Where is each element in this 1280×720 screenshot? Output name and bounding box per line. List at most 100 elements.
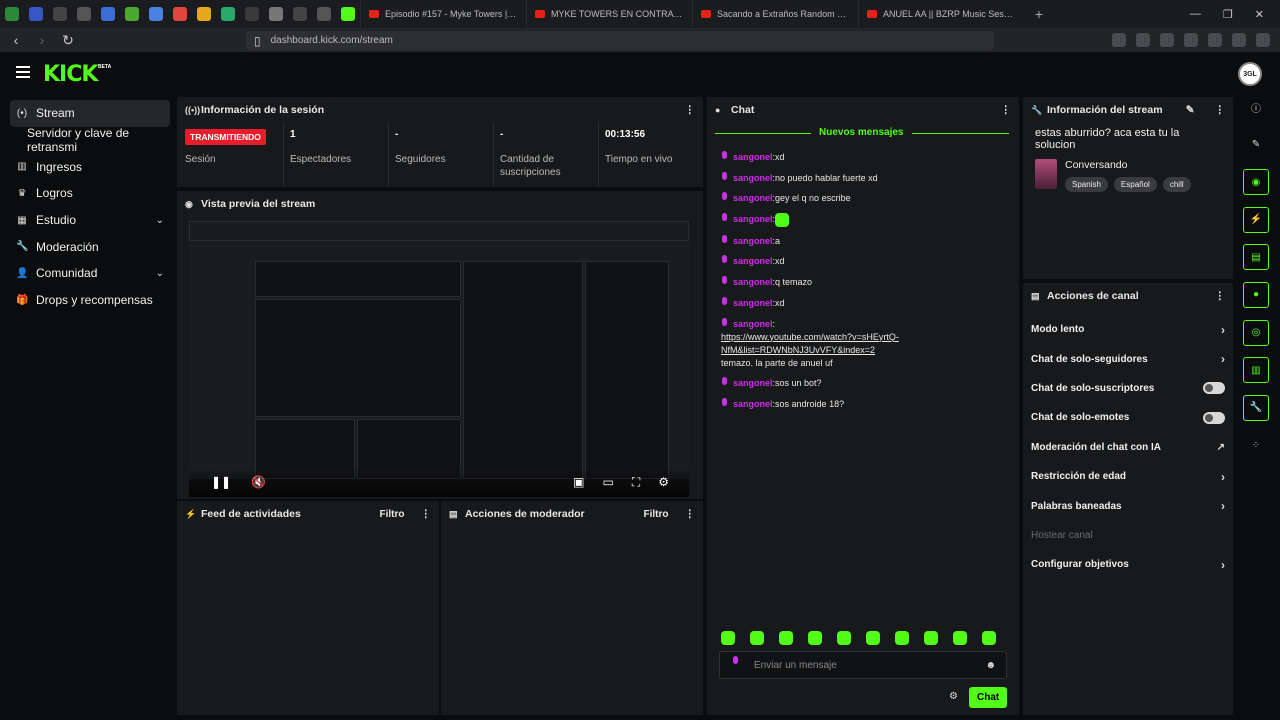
more-options-icon[interactable]: ⋮ [1215, 104, 1226, 116]
list-icon[interactable]: ▤ [1243, 244, 1269, 271]
channel-action-item[interactable]: Chat de solo-seguidores › [1023, 344, 1233, 373]
back-icon[interactable]: ‹ [6, 32, 26, 48]
toggle-switch[interactable] [1203, 382, 1225, 395]
chat-username[interactable]: sangonel [733, 318, 773, 331]
chat-input[interactable]: Enviar un mensaje ☻ [719, 651, 1007, 679]
chat-username[interactable]: sangonel [733, 297, 773, 310]
chat-link[interactable]: https://www.youtube.com/watch?v=sHEyrtQ-… [721, 331, 1011, 357]
lightning-icon[interactable]: ⚡ [1243, 206, 1269, 233]
channel-action-item[interactable]: Chat de solo-emotes [1023, 403, 1233, 432]
chat-username[interactable]: sangonel [733, 213, 773, 227]
sidebar-item[interactable]: Servidor y clave de retransmi [10, 126, 170, 154]
pinned-tab[interactable] [24, 0, 48, 28]
chat-username[interactable]: sangonel [733, 172, 773, 185]
pinned-tab[interactable] [72, 0, 96, 28]
more-options-icon[interactable]: ⋮ [1001, 104, 1012, 116]
emote-icon[interactable] [924, 631, 938, 645]
chat-username[interactable]: sangonel [733, 398, 773, 411]
hamburger-menu-icon[interactable] [16, 66, 30, 78]
chat-username[interactable]: sangonel [733, 276, 773, 289]
sidebar-item[interactable]: 🔧 Moderación [10, 233, 170, 260]
filter-button[interactable]: Filtro [380, 509, 405, 520]
wrench-icon[interactable]: 🔧 [1243, 394, 1269, 421]
filter-button[interactable]: Filtro [644, 509, 669, 520]
emote-icon[interactable] [837, 631, 851, 645]
sidebar-item[interactable]: ▦ Estudio ⌄ [10, 207, 170, 234]
emote-icon[interactable] [982, 631, 996, 645]
extension-icon[interactable] [1232, 33, 1246, 47]
more-options-icon[interactable]: ⋮ [685, 104, 696, 116]
emote-icon[interactable] [866, 631, 880, 645]
emote-icon[interactable] [895, 631, 909, 645]
extension-icon[interactable] [1184, 33, 1198, 47]
chevron-down-icon[interactable]: ⌄ [156, 215, 164, 226]
emote-icon[interactable] [953, 631, 967, 645]
apps-icon[interactable]: ⁘ [1243, 432, 1269, 458]
browser-tab[interactable]: Episodio #157 - Myke Towers | La élite [360, 0, 526, 28]
sidebar-item[interactable]: 👤 Comunidad ⌄ [10, 260, 170, 287]
pinned-tab[interactable] [96, 0, 120, 28]
kick-logo[interactable]: KICK [43, 62, 98, 87]
sidebar-item[interactable]: ♛ Logros [10, 180, 170, 207]
mute-icon[interactable]: 🔇 [251, 475, 266, 489]
theater-icon[interactable]: ▭ [602, 475, 613, 490]
pinned-tab[interactable] [144, 0, 168, 28]
url-field[interactable]: ▯ dashboard.kick.com/stream [246, 31, 994, 50]
more-options-icon[interactable]: ⋮ [421, 508, 432, 520]
pinned-tab[interactable] [312, 0, 336, 28]
more-options-icon[interactable]: ⋮ [685, 508, 696, 520]
pinned-tab[interactable] [48, 0, 72, 28]
sidebar-item[interactable]: ▥ Ingresos [10, 153, 170, 180]
pinned-tab[interactable] [240, 0, 264, 28]
pinned-tab[interactable] [192, 0, 216, 28]
new-tab-button[interactable]: + [1024, 6, 1054, 22]
emoji-icon[interactable]: ☻ [985, 660, 996, 671]
chat-username[interactable]: sangonel [733, 192, 773, 205]
extension-icon[interactable] [1136, 33, 1150, 47]
more-options-icon[interactable]: ⋮ [1215, 290, 1226, 302]
pinned-tab[interactable] [288, 0, 312, 28]
extension-icon[interactable] [1112, 33, 1126, 47]
pinned-tab[interactable] [216, 0, 240, 28]
browser-tab[interactable]: Sacando a Extraños Random de la Ca [692, 0, 858, 28]
settings-icon[interactable]: ⚙ [658, 475, 669, 490]
send-chat-button[interactable]: Chat [969, 687, 1008, 708]
toggle-switch[interactable] [1203, 411, 1225, 424]
chat-settings-icon[interactable]: ⚙ [949, 691, 958, 702]
pinned-tab[interactable] [120, 0, 144, 28]
extension-icon[interactable] [1160, 33, 1174, 47]
preview-toggle-icon[interactable]: ◉ [1243, 169, 1269, 196]
edit-icon[interactable]: ✎ [1243, 132, 1269, 158]
chat-username[interactable]: sangonel [733, 255, 773, 268]
chat-username[interactable]: sangonel [733, 151, 773, 164]
actions-icon[interactable]: ▥ [1243, 357, 1269, 384]
channel-action-item[interactable]: Palabras baneadas › [1023, 491, 1233, 520]
menu-icon[interactable] [1256, 33, 1270, 47]
emote-icon[interactable] [721, 631, 735, 645]
maximize-button[interactable]: ❐ [1223, 8, 1233, 21]
channel-action-item[interactable]: Restricción de edad › [1023, 462, 1233, 491]
channel-action-item[interactable]: Chat de solo-suscriptores [1023, 374, 1233, 403]
close-window-button[interactable]: ✕ [1255, 8, 1264, 21]
emote-icon[interactable] [779, 631, 793, 645]
edit-icon[interactable]: ✎ [1186, 104, 1195, 116]
bookmark-icon[interactable]: ▯ [254, 34, 261, 48]
avatar[interactable]: 3GL [1238, 62, 1262, 86]
pinned-tab[interactable] [168, 0, 192, 28]
chat-icon[interactable]: ● [1243, 281, 1269, 308]
pinned-tab[interactable] [0, 0, 24, 28]
stream-preview-video[interactable]: ❚❚ 🔇 ▣ ▭ ⛶ ⚙ [189, 221, 689, 497]
emote-icon[interactable] [750, 631, 764, 645]
info-icon[interactable]: ⓘ [1243, 94, 1269, 120]
extension-icon[interactable] [1208, 33, 1222, 47]
channel-action-item[interactable]: Configurar objetivos › [1023, 550, 1233, 579]
minimize-button[interactable]: — [1190, 8, 1201, 21]
forward-icon[interactable]: › [32, 32, 52, 48]
pip-icon[interactable]: ▣ [573, 475, 584, 490]
browser-tab[interactable]: MYKE TOWERS EN CONTRA DE TODO [526, 0, 692, 28]
channel-action-item[interactable]: Moderación del chat con IA ↗ [1023, 433, 1233, 462]
emote-icon[interactable] [808, 631, 822, 645]
pause-icon[interactable]: ❚❚ [211, 475, 231, 489]
chat-username[interactable]: sangonel [733, 235, 773, 248]
chevron-down-icon[interactable]: ⌄ [156, 268, 164, 279]
